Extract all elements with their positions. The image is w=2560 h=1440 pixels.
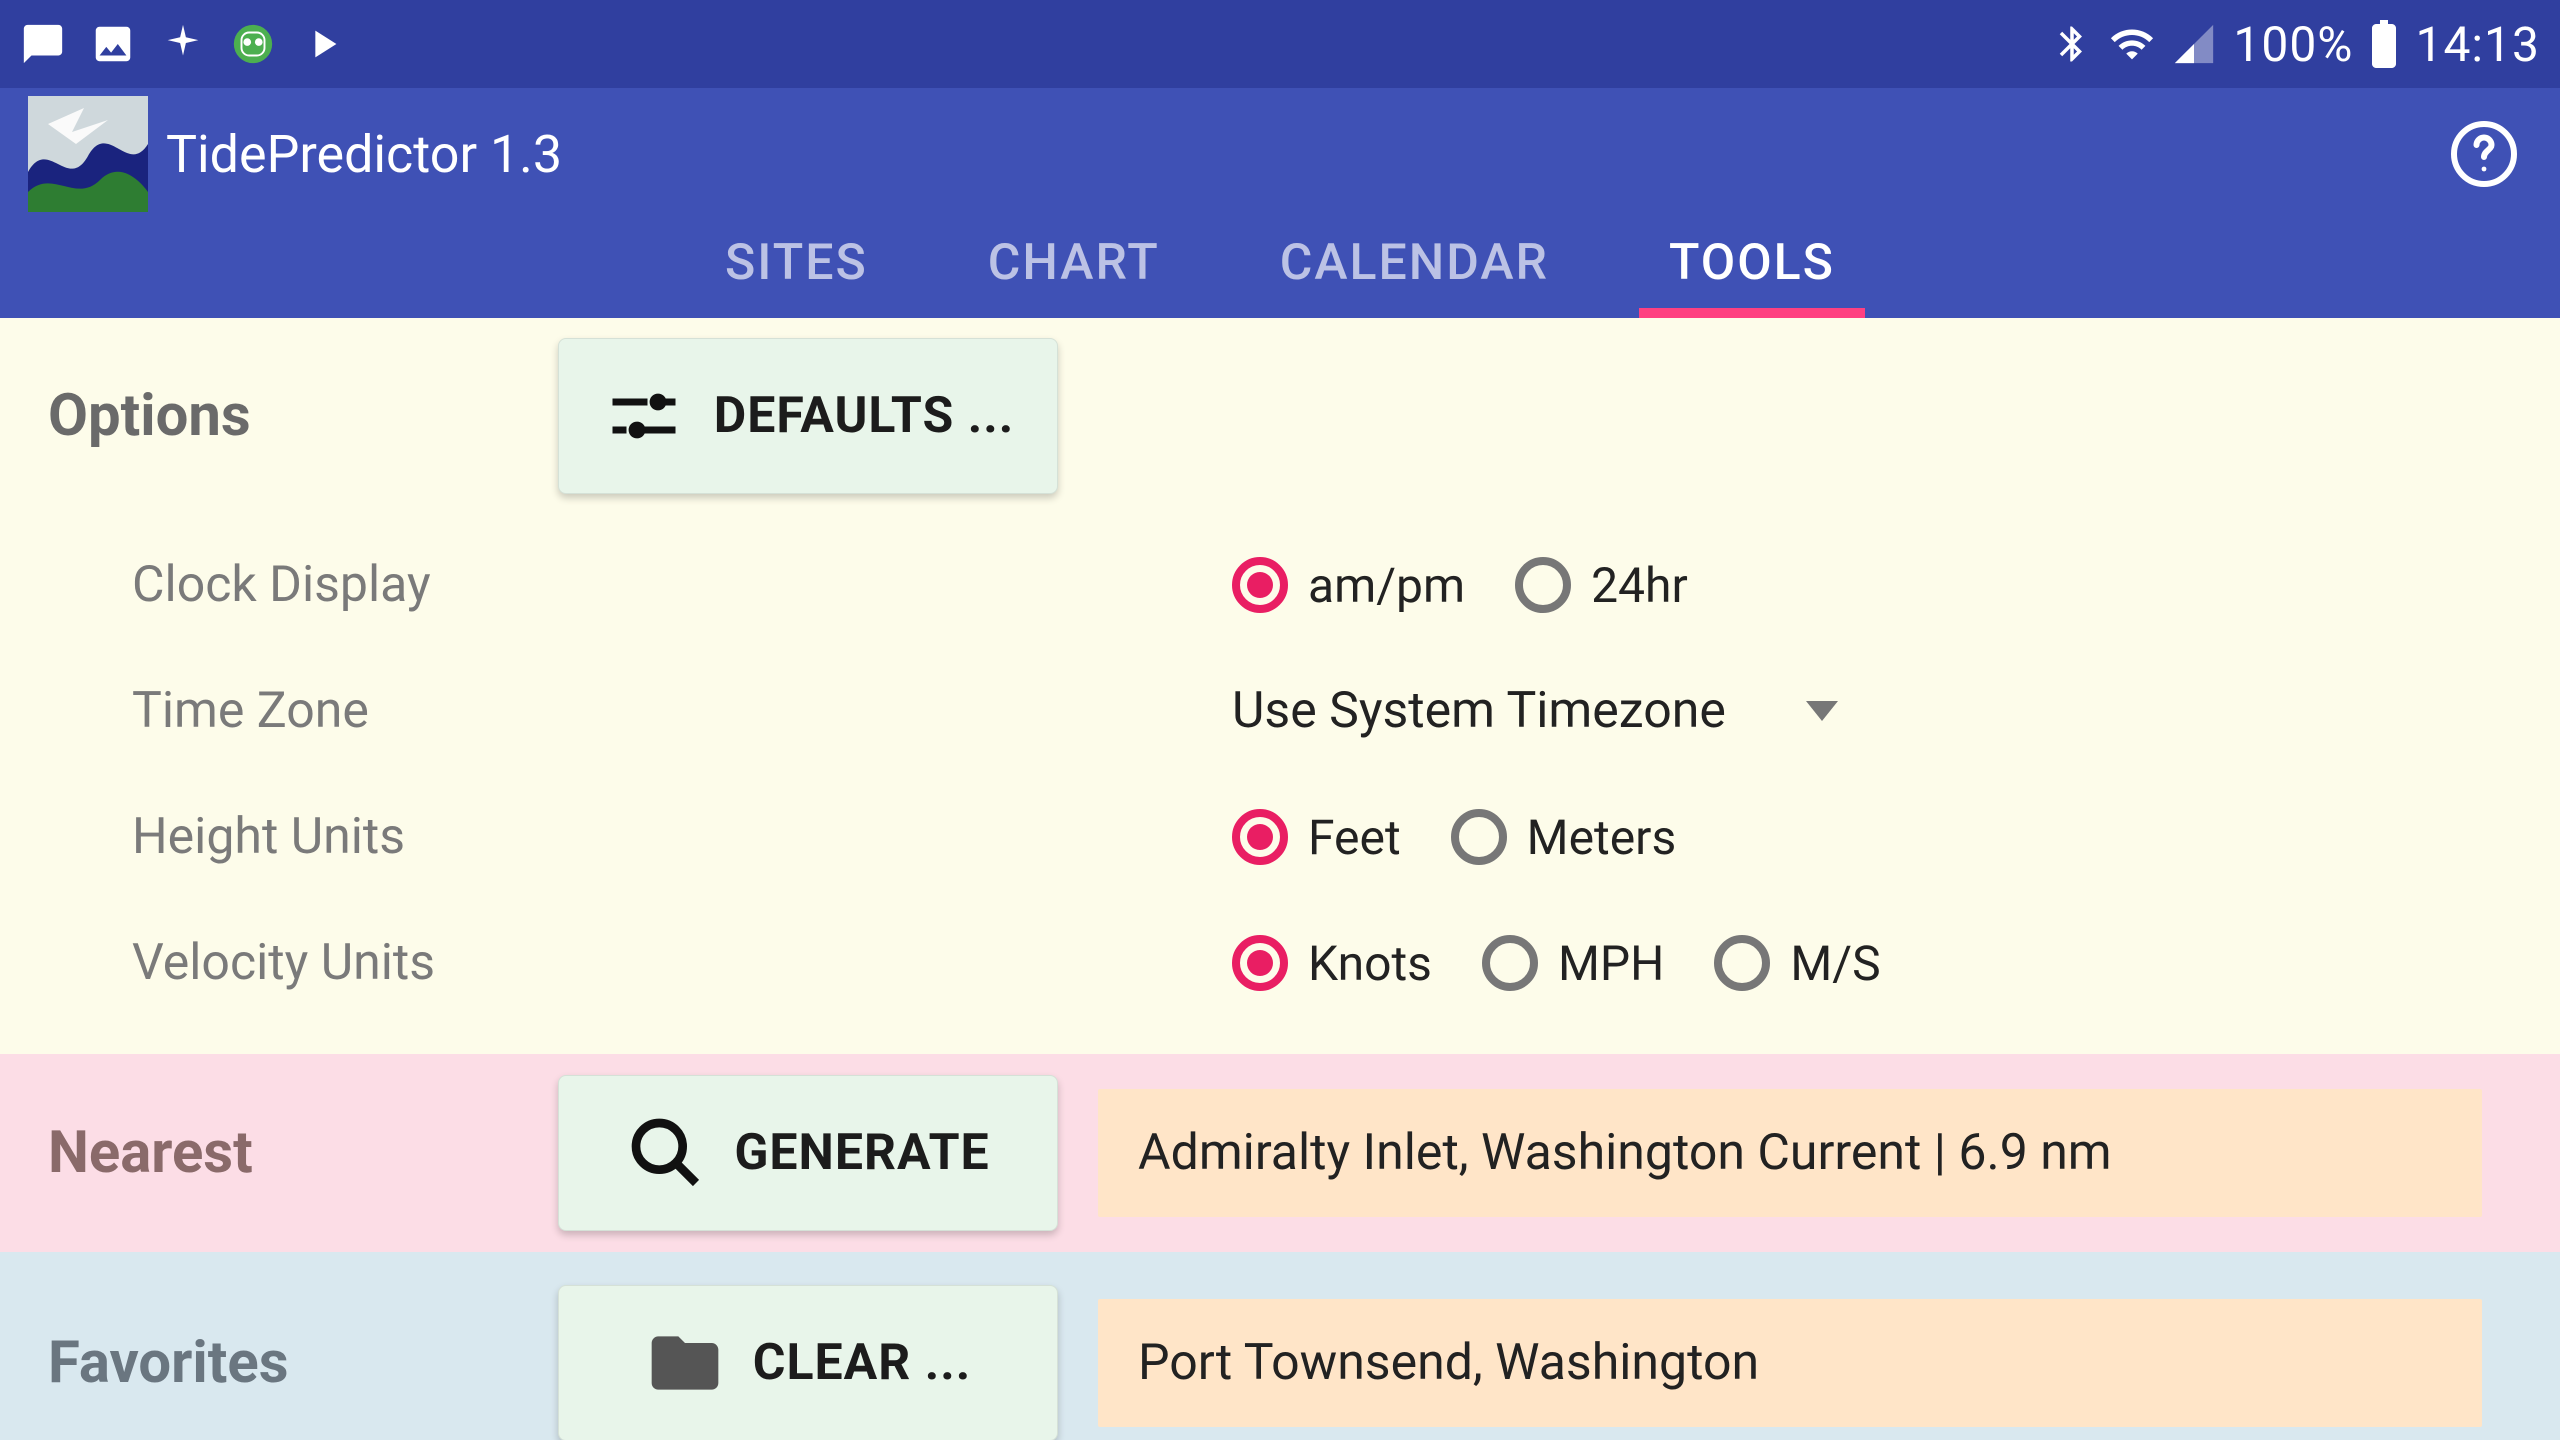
radio-label: MPH [1558,935,1664,992]
radio-mph[interactable] [1482,935,1538,991]
radio-meters[interactable] [1451,809,1507,865]
generate-label: GENERATE [734,1124,989,1182]
option-time-zone: Time Zone Use System Timezone [132,648,2512,774]
radio-label: 24hr [1591,557,1688,614]
app-title: TidePredictor 1.3 [166,124,2448,185]
favorites-section: Favorites CLEAR ... Port Townsend, Washi… [0,1252,2560,1440]
favorites-value-text: Port Townsend, Washington [1138,1334,1759,1392]
tab-chart[interactable]: CHART [928,208,1220,318]
nearest-title: Nearest [48,1119,558,1187]
options-section: Options DEFAULTS ... Clock Display am/pm… [0,318,2560,1054]
option-label: Time Zone [132,682,1232,740]
tab-tools[interactable]: TOOLS [1609,208,1895,318]
nearest-section: Nearest GENERATE Admiralty Inlet, Washin… [0,1054,2560,1252]
folder-icon [645,1323,725,1403]
tab-label: CALENDAR [1280,234,1549,292]
chevron-down-icon [1806,701,1838,721]
status-clock: 14:13 [2415,16,2540,73]
favorites-title: Favorites [48,1329,558,1397]
radio-label: am/pm [1308,557,1465,614]
timezone-dropdown[interactable]: Use System Timezone [1232,682,2512,740]
radio-knots[interactable] [1232,935,1288,991]
battery-percent: 100% [2233,16,2353,73]
image-icon [90,21,136,67]
defaults-label: DEFAULTS ... [714,387,1015,445]
radio-feet[interactable] [1232,809,1288,865]
help-icon[interactable] [2448,118,2520,190]
tab-bar: SITES CHART CALENDAR TOOLS [0,208,2560,318]
search-icon [626,1113,706,1193]
chat-icon [20,21,66,67]
radio-label: M/S [1790,935,1880,992]
tab-sites[interactable]: SITES [665,208,928,318]
radio-ampm[interactable] [1232,557,1288,613]
nearest-value[interactable]: Admiralty Inlet, Washington Current | 6.… [1098,1089,2482,1217]
clear-button[interactable]: CLEAR ... [558,1285,1058,1440]
app-screen: { "statusbar": { "battery_pct": "100%", … [0,0,2560,1440]
robot-icon [230,21,276,67]
wifi-icon [2109,21,2155,67]
radio-ms[interactable] [1714,935,1770,991]
option-height-units: Height Units Feet Meters [132,774,2512,900]
defaults-button[interactable]: DEFAULTS ... [558,338,1058,494]
radio-label: Meters [1527,809,1677,866]
option-label: Velocity Units [132,934,1232,992]
option-label: Height Units [132,808,1232,866]
signal-icon [2171,21,2217,67]
option-velocity-units: Velocity Units Knots MPH M/S [132,900,2512,1026]
tab-calendar[interactable]: CALENDAR [1220,208,1609,318]
favorites-value[interactable]: Port Townsend, Washington [1098,1299,2482,1427]
clear-label: CLEAR ... [753,1334,971,1392]
radio-label: Feet [1308,809,1401,866]
radio-24hr[interactable] [1515,557,1571,613]
app-bar: TidePredictor 1.3 SITES CHART CALENDAR T… [0,88,2560,318]
options-title: Options [48,382,558,450]
app-logo-icon [28,96,148,212]
bluetooth-icon [2051,23,2093,65]
tab-label: SITES [725,234,868,292]
option-clock-display: Clock Display am/pm 24hr [132,522,2512,648]
dropdown-value: Use System Timezone [1232,682,1726,740]
radio-label: Knots [1308,935,1432,992]
generate-button[interactable]: GENERATE [558,1075,1058,1231]
tab-label: TOOLS [1669,234,1835,292]
status-bar: 100% 14:13 [0,0,2560,88]
nearest-value-text: Admiralty Inlet, Washington Current | 6.… [1138,1124,2112,1182]
option-label: Clock Display [132,556,1232,614]
play-store-icon [300,21,346,67]
sparkle-icon [160,21,206,67]
battery-icon [2369,20,2399,68]
tab-label: CHART [988,234,1160,292]
sliders-icon [602,374,686,458]
